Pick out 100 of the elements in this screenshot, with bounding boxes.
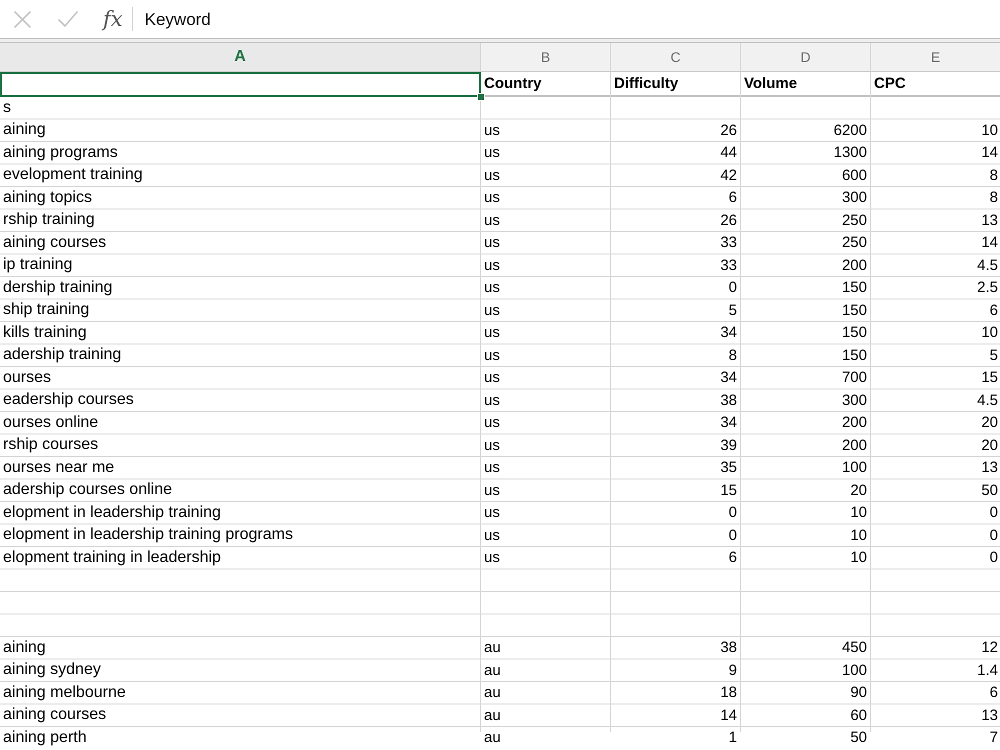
column-heading: Country (484, 74, 542, 92)
table-cell: aining courses (3, 706, 106, 724)
column-heading: Volume (744, 74, 798, 92)
table-cell: 10 (981, 122, 998, 139)
table-cell: 8 (728, 346, 737, 364)
column-header[interactable]: B (481, 43, 611, 71)
column-header[interactable]: D (741, 43, 871, 71)
table-cell: us (484, 526, 500, 544)
table-cell: 0 (990, 504, 998, 522)
table-cell: 13 (981, 212, 998, 229)
table-cell: us (484, 144, 500, 162)
table-cell: 100 (842, 662, 867, 679)
table-cell: 44 (720, 144, 737, 162)
table-cell: 13 (981, 459, 998, 476)
column-header[interactable]: C (611, 43, 741, 71)
table-cell: 20 (981, 436, 998, 454)
table-cell: us (484, 346, 500, 364)
table-cell: us (484, 166, 500, 184)
table-cell: 150 (842, 302, 867, 319)
table-cell: 8 (990, 189, 998, 206)
table-cell: ourses online (3, 414, 98, 432)
table-cell: us (484, 189, 500, 206)
table-cell: 5 (728, 302, 737, 319)
table-cell: 10 (981, 324, 998, 342)
table-cell: ourses near me (3, 458, 114, 477)
table-cell: us (484, 504, 500, 522)
table-cell: 34 (720, 369, 737, 386)
table-cell: aining sydney (3, 661, 101, 680)
table-cell: 6 (990, 684, 998, 702)
table-cell: 14 (720, 706, 737, 724)
table-cell: 26 (720, 212, 737, 229)
column-heading: CPC (874, 74, 906, 92)
table-cell: 50 (850, 729, 867, 746)
table-cell: 5 (990, 346, 998, 364)
column-heading: Difficulty (614, 74, 678, 92)
table-cell: us (484, 302, 500, 319)
table-cell: 250 (842, 212, 867, 229)
table-cell: us (484, 234, 500, 252)
table-cell: 450 (842, 639, 867, 656)
table-cell: 12 (981, 639, 998, 656)
table-cell: aining topics (3, 188, 92, 207)
table-cell: 8 (990, 166, 998, 184)
table-cell: dership training (3, 278, 112, 297)
table-cell: 20 (850, 482, 867, 499)
table-cell: 150 (842, 279, 867, 296)
table-cell: 20 (981, 414, 998, 432)
insert-function-button[interactable]: fx (103, 8, 123, 30)
table-cell: 6 (990, 302, 998, 319)
table-cell: 200 (842, 436, 867, 454)
column-header[interactable]: A (0, 43, 481, 71)
table-cell: 35 (720, 459, 737, 476)
table-cell: us (484, 459, 500, 476)
table-cell: us (484, 324, 500, 342)
table-cell: au (484, 706, 501, 724)
table-cell: 0 (990, 526, 998, 544)
table-cell: ship training (3, 301, 90, 320)
table-cell: 0 (728, 526, 737, 544)
table-cell: 1.4 (977, 662, 998, 679)
formula-field[interactable]: Keyword (142, 8, 213, 30)
table-cell: 100 (842, 459, 867, 476)
table-cell: rship courses (3, 436, 98, 454)
fill-handle[interactable] (477, 93, 485, 101)
table-cell: 34 (720, 324, 737, 342)
table-cell: 0 (728, 279, 737, 296)
table-cell: 33 (720, 234, 737, 252)
table-cell: aining programs (3, 144, 118, 162)
table-cell: 15 (981, 369, 998, 386)
table-cell: au (484, 684, 501, 702)
table-cell: us (484, 414, 500, 432)
table-cell: 39 (720, 436, 737, 454)
table-cell: 700 (842, 369, 867, 386)
table-cell: us (484, 256, 500, 274)
table-cell: 1300 (834, 144, 867, 162)
table-cell: aining melbourne (3, 684, 126, 702)
table-cell: 150 (842, 346, 867, 364)
table-cell: 42 (720, 166, 737, 184)
table-cell: 250 (842, 234, 867, 252)
table-cell: aining (3, 121, 46, 140)
table-cell: elopment in leadership training (3, 504, 221, 522)
table-cell: 4.5 (977, 256, 998, 274)
table-cell: us (484, 549, 500, 566)
table-cell: aining (3, 638, 46, 657)
table-cell: ip training (3, 256, 72, 274)
table-cell: 0 (728, 504, 737, 522)
table-cell: 10 (850, 549, 867, 566)
column-header[interactable]: E (871, 43, 1000, 71)
table-cell: 38 (720, 392, 737, 409)
table-cell: 300 (842, 392, 867, 409)
table-cell: elopment training in leadership (3, 548, 221, 567)
table-cell: 33 (720, 256, 737, 274)
table-cell: 50 (981, 482, 998, 499)
table-cell: 60 (850, 706, 867, 724)
table-cell: aining courses (3, 234, 106, 252)
table-cell: kills training (3, 324, 87, 342)
table-cell: 4.5 (977, 392, 998, 409)
table-cell: 9 (728, 662, 737, 679)
table-cell: au (484, 662, 501, 679)
table-cell: us (484, 212, 500, 229)
table-cell: aining perth (3, 728, 87, 747)
table-cell: 7 (990, 729, 998, 746)
